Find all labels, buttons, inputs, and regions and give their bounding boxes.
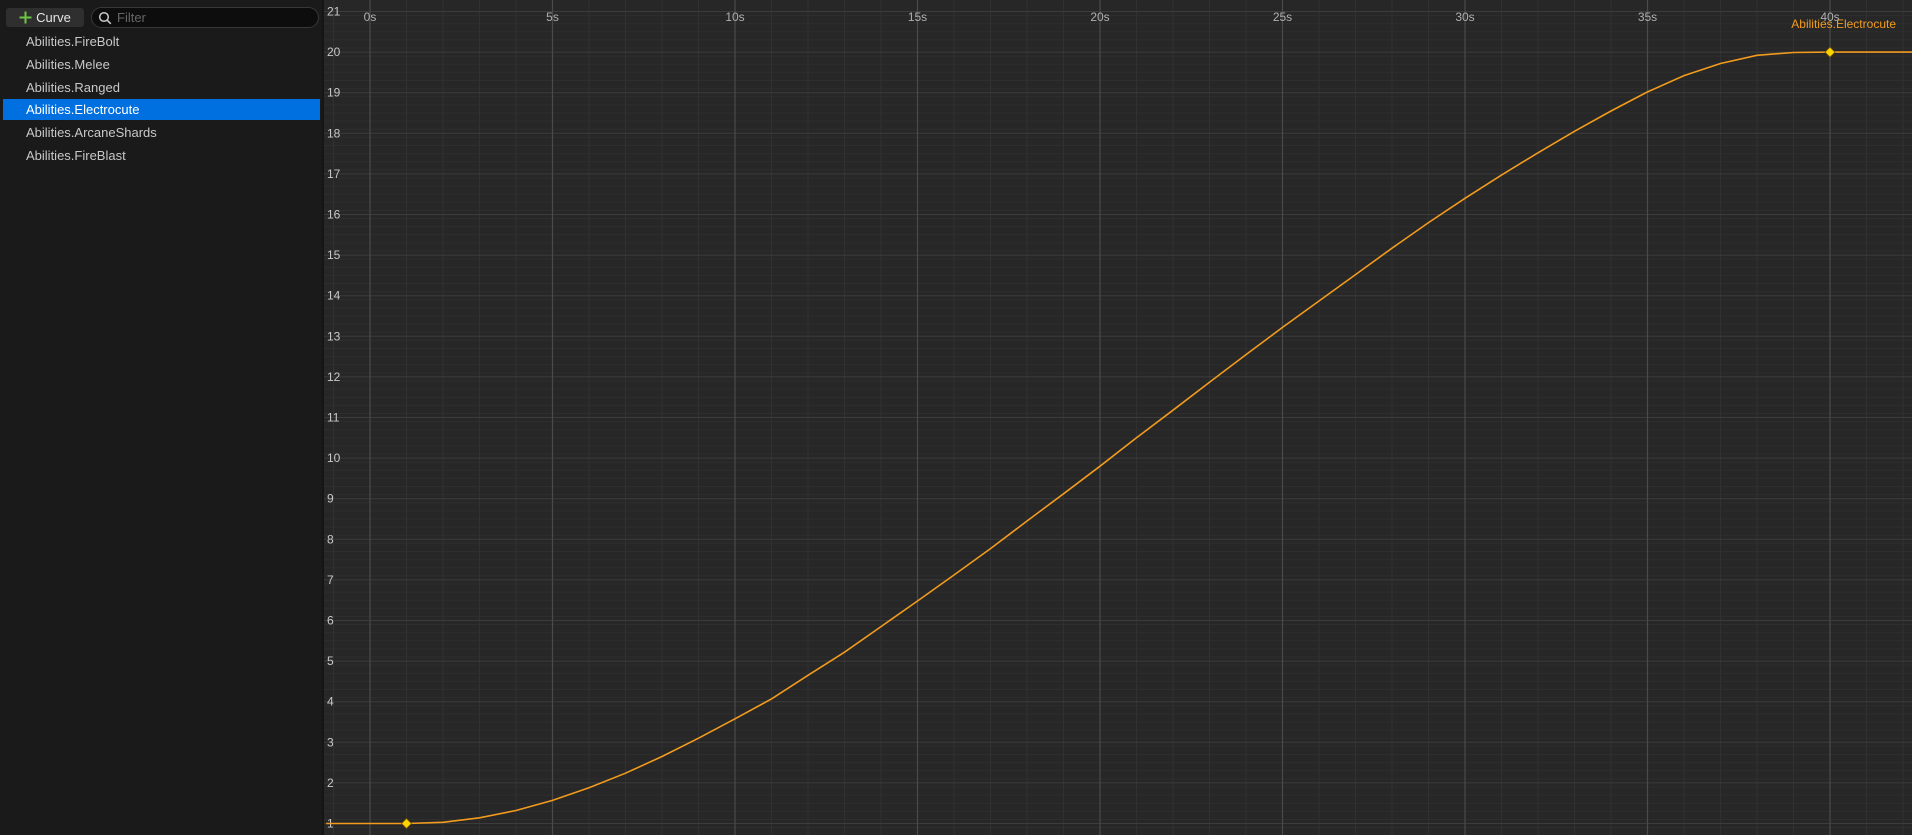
- x-tick-label: 15s: [908, 10, 927, 24]
- curve-item-fireblast[interactable]: Abilities.FireBlast: [3, 145, 320, 166]
- y-tick-label: 19: [327, 86, 341, 100]
- curve-item-electrocute[interactable]: Abilities.Electrocute: [3, 99, 320, 120]
- add-curve-label: Curve: [36, 10, 71, 25]
- curve-key[interactable]: [1824, 46, 1836, 58]
- y-tick-label: 21: [327, 5, 341, 19]
- curve-item-arcaneshards[interactable]: Abilities.ArcaneShards: [3, 122, 320, 143]
- y-tick-label: 12: [327, 370, 341, 384]
- y-tick-label: 17: [327, 167, 341, 181]
- curve-toolbar: Curve Filter: [0, 0, 322, 34]
- y-tick-label: 14: [327, 289, 341, 303]
- curve-item-ranged[interactable]: Abilities.Ranged: [3, 77, 320, 98]
- y-tick-label: 10: [327, 451, 341, 465]
- curve-item-firebolt[interactable]: Abilities.FireBolt: [3, 31, 320, 52]
- y-tick-label: 3: [327, 735, 334, 749]
- y-tick-label: 5: [327, 654, 334, 668]
- x-tick-label: 10s: [725, 10, 744, 24]
- y-tick-label: 16: [327, 208, 341, 222]
- curve-item-label: Abilities.Ranged: [26, 80, 120, 95]
- y-tick-label: 15: [327, 248, 341, 262]
- search-icon: [98, 11, 112, 25]
- x-tick-label: 20s: [1090, 10, 1109, 24]
- curve-list-panel: Curve Filter Abilities.FireBolt Abilitie…: [0, 0, 322, 835]
- y-tick-label: 13: [327, 329, 341, 343]
- curve-item-label: Abilities.FireBolt: [26, 34, 120, 49]
- y-tick-label: 8: [327, 532, 334, 546]
- filter-placeholder: Filter: [117, 10, 146, 25]
- y-tick-label: 18: [327, 126, 341, 140]
- filter-input[interactable]: Filter: [91, 7, 319, 28]
- curve-item-label: Abilities.Melee: [26, 57, 110, 72]
- curve-graph[interactable]: 1 2 3 4 5 6 7 8 9 10 11 12 13 14 15 16 17 18 19 20 21 0s 5s 10s…: [324, 0, 1912, 835]
- y-tick-label: 11: [327, 411, 340, 425]
- curve-item-label: Abilities.Electrocute: [26, 102, 140, 117]
- x-tick-label: 35s: [1638, 10, 1657, 24]
- x-tick-label: 25s: [1273, 10, 1292, 24]
- y-tick-label: 6: [327, 614, 334, 628]
- y-tick-label: 7: [327, 573, 334, 587]
- curve-key[interactable]: [400, 817, 413, 830]
- curve-graph-canvas[interactable]: 123456789101112131415161718192021 0s 5s 10s…: [324, 0, 1912, 835]
- x-tick-label: 5s: [546, 10, 559, 24]
- plus-icon: [19, 11, 32, 24]
- curve-name-label: Abilities.Electrocute: [1791, 17, 1896, 31]
- y-tick-label: 2: [327, 776, 334, 790]
- x-tick-label: 30s: [1455, 10, 1474, 24]
- y-tick-label: 9: [327, 492, 334, 506]
- curve-item-melee[interactable]: Abilities.Melee: [3, 54, 320, 75]
- add-curve-button[interactable]: Curve: [6, 8, 84, 27]
- curve-item-label: Abilities.FireBlast: [26, 148, 126, 163]
- y-tick-label: 4: [327, 695, 334, 709]
- y-tick-label: 20: [327, 45, 341, 59]
- curve-item-label: Abilities.ArcaneShards: [26, 125, 157, 140]
- x-tick-label: 0s: [364, 10, 377, 24]
